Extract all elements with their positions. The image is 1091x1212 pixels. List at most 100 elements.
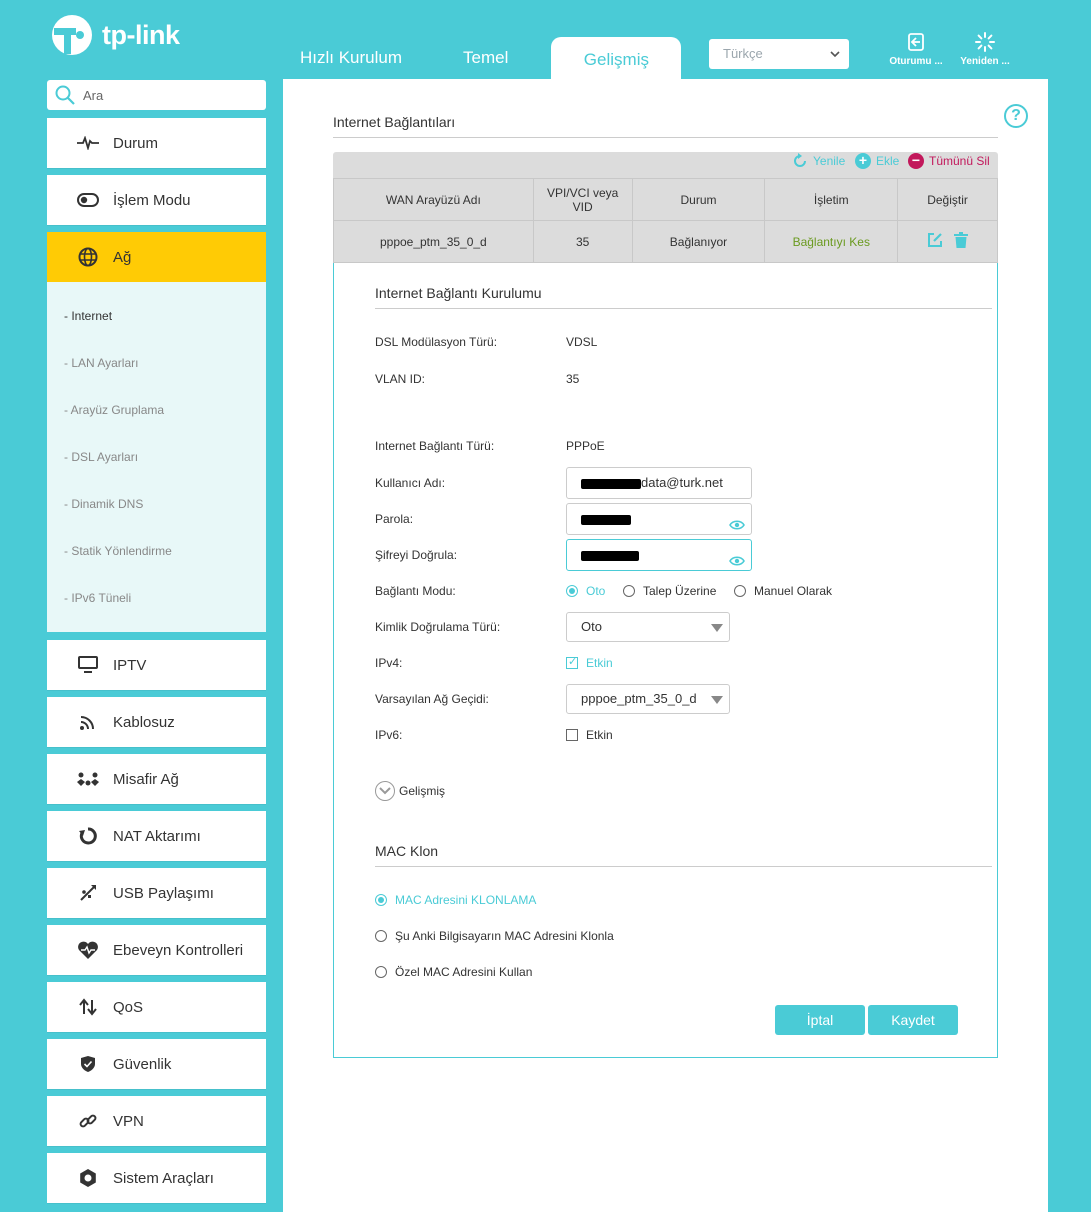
vlan-value: 35 (566, 372, 580, 386)
mac-custom[interactable]: Özel MAC Adresini Kullan (375, 965, 532, 979)
sidebar-item-durum[interactable]: Durum (47, 118, 266, 168)
dsl-mod-value: VDSL (566, 335, 598, 349)
help-icon[interactable]: ? (1004, 104, 1028, 128)
mac-clone-divider (375, 866, 992, 867)
sidebar-item-label: İşlem Modu (113, 191, 191, 209)
radio-label: Özel MAC Adresini Kullan (395, 965, 533, 979)
edit-icon[interactable] (927, 232, 943, 251)
username-field[interactable]: data@turk.net (566, 467, 752, 499)
sidebar-item-sistem-araclari[interactable]: Sistem Araçları (47, 1153, 266, 1203)
gateway-label: Varsayılan Ağ Geçidi: (375, 692, 489, 706)
conn-mode-on-demand[interactable]: Talep Üzerine (623, 584, 716, 598)
ipv4-enable-checkbox[interactable]: Etkin (566, 655, 613, 670)
wan-status-cell: Bağlanıyor (631, 220, 766, 263)
sidebar-item-islem-modu[interactable]: İşlem Modu (47, 175, 266, 225)
sidebar-item-nat[interactable]: NAT Aktarımı (47, 811, 266, 861)
sidebar-item-misafir-ag[interactable]: Misafir Ağ (47, 754, 266, 804)
table-row[interactable]: pppoe_ptm_35_0_d 35 Bağlanıyor Bağlantıy… (333, 220, 998, 263)
auth-type-value: Oto (581, 619, 602, 634)
tab-basic[interactable]: Temel (445, 37, 526, 79)
radio-indicator (375, 966, 387, 978)
ipv6-enable-checkbox[interactable]: Etkin (566, 728, 613, 742)
mac-clone-current[interactable]: Şu Anki Bilgisayarın MAC Adresini Klonla (375, 929, 614, 943)
checkbox-label: Etkin (586, 656, 613, 670)
tp-link-logo-icon (52, 15, 92, 55)
disconnect-link[interactable]: Bağlantıyı Kes (764, 220, 899, 263)
sidebar-item-label: NAT Aktarımı (113, 827, 201, 845)
sidebar-subitem-lan[interactable]: - LAN Ayarları (64, 356, 138, 370)
mac-no-clone[interactable]: MAC Adresini KLONLAMA (375, 893, 536, 907)
reboot-label: Yeniden ... (960, 56, 1010, 67)
trash-icon[interactable] (954, 232, 969, 251)
sidebar-item-vpn[interactable]: VPN (47, 1096, 266, 1146)
tp-link-logo: tp-link (46, 14, 180, 56)
chevron-down-icon (829, 39, 841, 80)
monitor-icon (76, 655, 100, 675)
reboot-button[interactable]: Yeniden ... (954, 30, 1016, 67)
language-selected: Türkçe (723, 46, 763, 61)
confirm-label: Şifreyi Doğrula: (375, 548, 458, 562)
logout-button[interactable]: Oturumu ... (885, 30, 947, 67)
sidebar-item-label: QoS (113, 998, 144, 1016)
col-header: Durum (631, 178, 766, 221)
advanced-toggle[interactable]: Gelişmiş (375, 781, 445, 801)
heart-icon (76, 940, 100, 960)
sidebar-item-usb[interactable]: USB Paylaşımı (47, 868, 266, 918)
sidebar-item-label: Ağ (113, 248, 132, 266)
ipv4-label: IPv4: (375, 656, 403, 670)
chevron-down-icon (375, 781, 395, 801)
shield-icon (76, 1054, 100, 1074)
usb-icon (76, 883, 100, 903)
minus-icon: − (908, 153, 924, 169)
sidebar-item-iptv[interactable]: IPTV (47, 640, 266, 690)
sidebar-subitem-ddns[interactable]: - Dinamik DNS (64, 497, 143, 511)
refresh-icon (792, 153, 808, 169)
radio-indicator (566, 585, 578, 597)
sidebar-item-guvenlik[interactable]: Güvenlik (47, 1039, 266, 1089)
toggle-icon (76, 190, 100, 210)
top-tabs: Hızlı Kurulum Temel Gelişmiş (282, 37, 682, 79)
auth-type-select[interactable]: Oto (566, 612, 730, 642)
sidebar-item-kablosuz[interactable]: Kablosuz (47, 697, 266, 747)
conn-mode-label: Bağlantı Modu: (375, 584, 456, 598)
eye-icon[interactable] (729, 512, 745, 542)
sidebar-subitem-static-routing[interactable]: - Statik Yönlendirme (64, 544, 172, 558)
confirm-password-field[interactable] (566, 539, 752, 571)
title-divider (333, 137, 998, 138)
sidebar-subitem-interface-grouping[interactable]: - Arayüz Gruplama (64, 403, 164, 417)
conn-mode-auto[interactable]: Oto (566, 584, 605, 598)
pulse-icon (76, 133, 100, 153)
add-button[interactable]: + Ekle (855, 152, 899, 170)
setup-divider (375, 308, 992, 309)
gateway-select[interactable]: pppoe_ptm_35_0_d (566, 684, 730, 714)
conn-type-value: PPPoE (566, 439, 605, 453)
eye-icon[interactable] (729, 548, 745, 578)
sidebar-item-ag[interactable]: Ağ (47, 232, 266, 282)
nat-icon (76, 826, 100, 846)
sidebar-subitem-dsl[interactable]: - DSL Ayarları (64, 450, 138, 464)
conn-mode-manual[interactable]: Manuel Olarak (734, 584, 832, 598)
logout-label: Oturumu ... (889, 56, 943, 67)
tab-advanced[interactable]: Gelişmiş (551, 37, 682, 79)
cancel-button[interactable]: İptal (775, 1005, 865, 1035)
conn-type-label: Internet Bağlantı Türü: (375, 439, 495, 453)
plus-icon: + (855, 153, 871, 169)
refresh-button[interactable]: Yenile (792, 152, 845, 170)
search-input[interactable]: Ara (47, 80, 266, 110)
sidebar-subitem-internet[interactable]: - Internet (64, 309, 112, 323)
modify-cell (897, 220, 998, 263)
language-select[interactable]: Türkçe (709, 39, 849, 69)
save-button[interactable]: Kaydet (868, 1005, 958, 1035)
logout-icon (885, 30, 947, 54)
gear-icon (76, 1168, 100, 1188)
reboot-icon (954, 30, 1016, 54)
page-title: Internet Bağlantıları (333, 114, 456, 130)
delete-all-button[interactable]: − Tümünü Sil (908, 152, 990, 170)
sidebar-item-qos[interactable]: QoS (47, 982, 266, 1032)
password-field[interactable] (566, 503, 752, 535)
globe-icon (76, 247, 100, 267)
search-icon (55, 85, 75, 105)
sidebar-subitem-ipv6-tunnel[interactable]: - IPv6 Tüneli (64, 591, 131, 605)
sidebar-item-parental[interactable]: Ebeveyn Kontrolleri (47, 925, 266, 975)
tab-quick-setup[interactable]: Hızlı Kurulum (282, 37, 420, 79)
